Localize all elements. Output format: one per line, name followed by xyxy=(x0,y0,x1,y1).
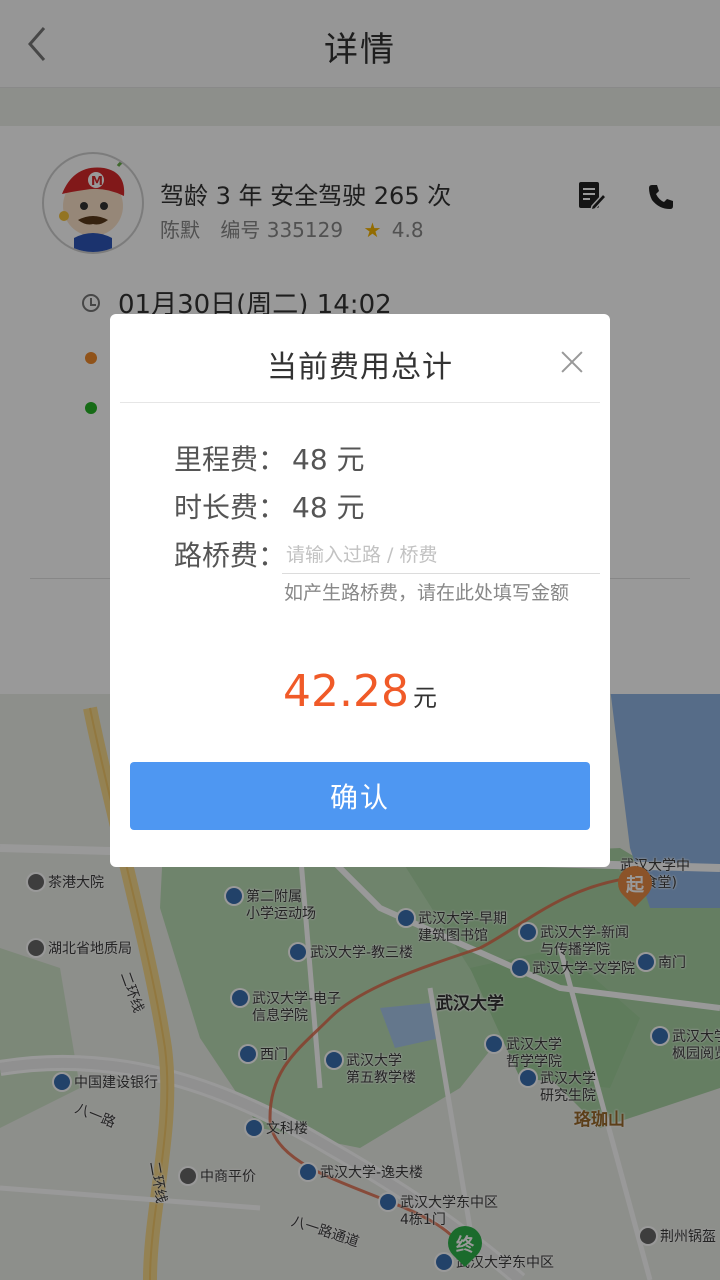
duration-fee-row: 时长费： 48 元 xyxy=(174,486,365,526)
total-unit: 元 xyxy=(412,684,437,712)
close-icon[interactable] xyxy=(558,348,586,376)
mileage-fee-value: 48 元 xyxy=(292,443,365,476)
fee-summary-dialog: 当前费用总计 里程费：48 元 时长费：48 元 路桥费： 如产生路桥费，请在此… xyxy=(110,314,610,867)
confirm-button[interactable]: 确认 xyxy=(130,762,590,830)
toll-fee-input[interactable] xyxy=(282,536,600,574)
toll-fee-hint: 如产生路桥费，请在此处填写金额 xyxy=(284,582,570,604)
toll-fee-row: 路桥费： xyxy=(174,534,286,574)
dialog-title: 当前费用总计 xyxy=(267,350,453,385)
mileage-fee-row: 里程费： 48 元 xyxy=(174,438,365,478)
divider xyxy=(120,402,600,403)
toll-fee-label: 路桥费： xyxy=(174,539,287,572)
duration-fee-label: 时长费： xyxy=(174,491,287,524)
total-amount: 42.28 xyxy=(283,666,409,717)
total-fee: 42.28 元 xyxy=(110,666,610,717)
duration-fee-value: 48 元 xyxy=(292,491,365,524)
mileage-fee-label: 里程费： xyxy=(174,443,287,476)
